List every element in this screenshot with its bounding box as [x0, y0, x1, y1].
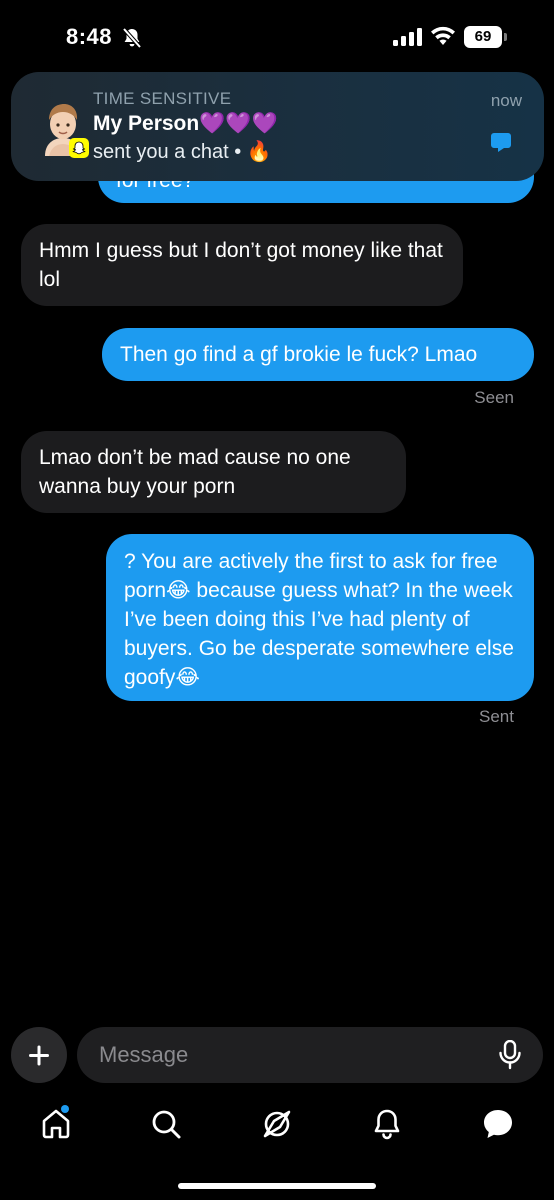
- tab-explore[interactable]: [259, 1106, 295, 1142]
- battery-tip: [504, 33, 507, 41]
- microphone-icon[interactable]: [497, 1040, 523, 1070]
- delivery-receipt: Sent: [479, 707, 514, 726]
- bell-muted-icon: [122, 27, 142, 49]
- wifi-icon: [431, 26, 455, 45]
- chat-bubble-icon: [484, 1110, 512, 1138]
- battery-level: 69: [464, 26, 502, 48]
- tab-search[interactable]: [148, 1106, 184, 1142]
- notification-eyebrow: TIME SENSITIVE: [93, 89, 232, 108]
- message-text: Hmm I guess but I don’t got money like t…: [39, 239, 443, 291]
- notification-time: now: [490, 91, 522, 110]
- search-icon: [152, 1110, 181, 1139]
- tab-messages[interactable]: [480, 1106, 516, 1142]
- notification-body: sent you a chat • 🔥: [93, 141, 272, 163]
- battery-indicator: 69: [464, 26, 508, 48]
- home-indicator: [178, 1183, 376, 1189]
- notification-title: My Person💜💜💜: [93, 112, 278, 135]
- tab-home[interactable]: [38, 1106, 74, 1142]
- message-text: Lmao don’t be mad cause no one wanna buy…: [39, 446, 351, 498]
- message-incoming[interactable]: Hmm I guess but I don’t got money like t…: [21, 224, 463, 306]
- notification-banner[interactable]: TIME SENSITIVE My Person💜💜💜 sent you a c…: [11, 72, 544, 181]
- status-bar: 8:48 69: [0, 0, 554, 70]
- home-icon: [42, 1109, 70, 1139]
- cellular-signal-icon: [393, 28, 422, 46]
- home-badge-dot: [61, 1105, 69, 1113]
- status-time: 8:48: [66, 24, 113, 49]
- read-receipt: Seen: [474, 388, 514, 407]
- message-input[interactable]: [77, 1027, 543, 1083]
- message-incoming[interactable]: Lmao don’t be mad cause no one wanna buy…: [21, 431, 406, 513]
- bell-icon: [374, 1109, 400, 1140]
- bitmoji-avatar: [45, 104, 89, 158]
- chat-icon: [491, 133, 511, 152]
- message-outgoing[interactable]: ? You are actively the first to ask for …: [106, 534, 534, 701]
- message-text: ? You are actively the first to ask for …: [124, 550, 514, 689]
- compass-icon: [263, 1110, 291, 1138]
- message-text: Then go find a gf brokie le fuck? Lmao: [120, 343, 478, 366]
- tab-notifications[interactable]: [369, 1106, 405, 1142]
- message-outgoing[interactable]: Then go find a gf brokie le fuck? Lmao: [102, 328, 534, 381]
- add-attachment-button[interactable]: [11, 1027, 67, 1083]
